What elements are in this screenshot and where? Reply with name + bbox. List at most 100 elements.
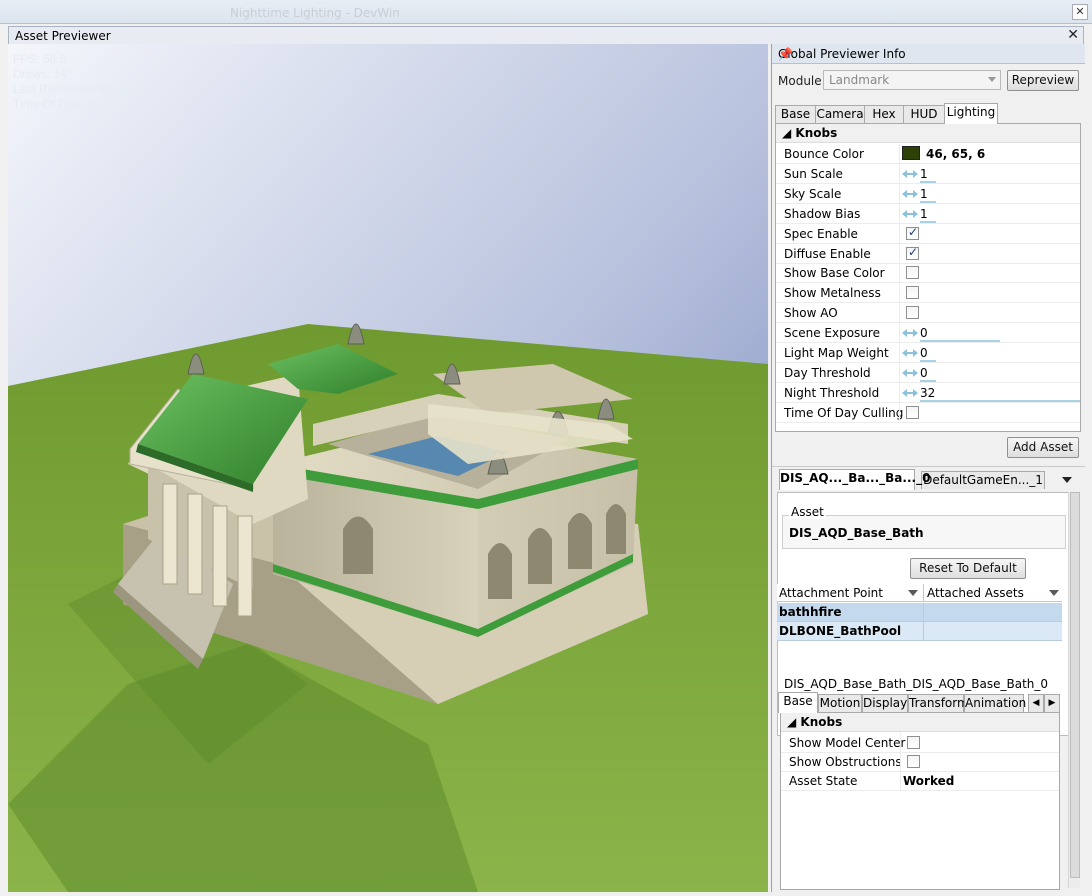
- property-value: 0: [920, 346, 928, 360]
- property-name: Show Base Color: [784, 266, 885, 281]
- doc-tab-bath[interactable]: DIS_AQ..._Ba..._Ba..._0: [779, 469, 930, 490]
- checkbox[interactable]: [906, 266, 919, 280]
- col-attached-assets[interactable]: Attached Assets: [927, 586, 1024, 600]
- knobs-category[interactable]: ◢ Knobs: [776, 124, 1080, 143]
- property-name: Sun Scale: [784, 166, 843, 181]
- slider-arrows-icon[interactable]: [902, 368, 918, 377]
- divider: [899, 243, 900, 264]
- property-name: Sky Scale: [784, 186, 842, 201]
- slider-fill[interactable]: [920, 379, 936, 382]
- slider-arrows-icon[interactable]: [902, 349, 918, 357]
- property-row[interactable]: Day Threshold 0: [776, 362, 1080, 383]
- chevron-down-icon: [988, 77, 996, 82]
- pin-icon[interactable]: 📌: [778, 47, 1079, 61]
- col-attachment-point[interactable]: Attachment Point: [779, 586, 883, 600]
- slider-fill[interactable]: [920, 200, 936, 203]
- property-row[interactable]: Show AO: [776, 303, 1080, 324]
- chevron-down-icon[interactable]: [1049, 590, 1059, 596]
- repreview-button[interactable]: Repreview: [1007, 70, 1079, 91]
- reset-to-default-button[interactable]: Reset To Default: [910, 558, 1026, 579]
- property-row[interactable]: Asset State Worked: [781, 771, 1059, 791]
- slider-fill[interactable]: [920, 220, 936, 223]
- scrollbar[interactable]: [1068, 492, 1080, 888]
- checkbox[interactable]: [906, 245, 919, 260]
- property-row[interactable]: Show Metalness: [776, 283, 1080, 304]
- knobs-label: Knobs: [795, 126, 838, 140]
- checkbox[interactable]: [907, 755, 920, 768]
- slider-fill[interactable]: [920, 340, 1000, 343]
- tab-base[interactable]: Base: [775, 105, 816, 123]
- knobs-category[interactable]: ◢ Knobs: [781, 713, 1059, 732]
- checkbox[interactable]: [907, 736, 920, 749]
- slider-fill[interactable]: [920, 180, 936, 183]
- divider: [899, 362, 900, 383]
- checkbox[interactable]: [906, 405, 919, 419]
- scrollbar-thumb[interactable]: [1070, 492, 1080, 878]
- property-row[interactable]: Diffuse Enable: [776, 243, 1080, 264]
- asset-group-label: Asset: [789, 505, 826, 519]
- property-row[interactable]: Show Base Color: [776, 263, 1080, 284]
- background-title: Nighttime Lighting - DevWin: [230, 6, 400, 20]
- property-row[interactable]: Shadow Bias 1: [776, 203, 1080, 224]
- module-label: Module:: [778, 74, 826, 88]
- slider-fill[interactable]: [920, 399, 1080, 402]
- tab-hex[interactable]: Hex: [864, 105, 904, 123]
- property-name: Show AO: [784, 306, 838, 321]
- table-row[interactable]: bathhfire: [777, 603, 1062, 622]
- asset-doc-tabs: DIS_AQ..._Ba..._Ba..._0 DefaultGameEn...…: [775, 469, 1080, 491]
- checkbox[interactable]: [906, 286, 919, 300]
- checkbox[interactable]: [906, 225, 919, 240]
- hud-time-of-day: Time Of Day: Day: [13, 97, 108, 111]
- tab-transform[interactable]: Transform: [908, 694, 969, 712]
- scene-render: [8, 44, 768, 892]
- add-asset-button[interactable]: Add Asset: [1007, 437, 1079, 458]
- tab-base[interactable]: Base: [778, 692, 818, 713]
- slider-arrows-icon[interactable]: [902, 209, 918, 218]
- knobs-label: Knobs: [800, 715, 843, 729]
- global-previewer-titlebar: Global Previewer Info 📌: [772, 44, 1085, 64]
- instance-name: DIS_AQD_Base_Bath_DIS_AQD_Base_Bath_0: [784, 677, 1049, 691]
- slider-arrows-icon[interactable]: [902, 329, 918, 338]
- property-name: Show Obstructions: [789, 755, 902, 769]
- asset-name: DIS_AQD_Base_Bath: [789, 526, 924, 540]
- tab-motion[interactable]: Motion: [818, 694, 862, 712]
- property-value: 1: [920, 166, 928, 181]
- slider-arrows-icon[interactable]: [902, 189, 918, 198]
- property-row[interactable]: Sun Scale 1: [776, 163, 1080, 184]
- tab-scroll-left-icon[interactable]: ◀: [1028, 694, 1044, 712]
- tab-scroll-right-icon[interactable]: ▶: [1044, 694, 1060, 712]
- tab-camera[interactable]: Camera: [815, 105, 865, 123]
- window-close-icon[interactable]: ✕: [1067, 27, 1079, 43]
- property-row[interactable]: Scene Exposure 0: [776, 323, 1080, 344]
- property-row[interactable]: Bounce Color 46, 65, 6: [776, 144, 1080, 164]
- doc-tab-default-game[interactable]: DefaultGameEn..._1: [921, 471, 1045, 489]
- property-row[interactable]: Time Of Day Culling: [776, 402, 1080, 423]
- chevron-down-icon[interactable]: [1062, 477, 1072, 483]
- slider-fill[interactable]: [920, 360, 936, 362]
- property-row[interactable]: Sky Scale 1: [776, 183, 1080, 204]
- divider: [899, 223, 900, 244]
- right-panel: Global Previewer Info 📌 Module: Landmark…: [771, 44, 1085, 892]
- tab-hud[interactable]: HUD: [903, 105, 945, 123]
- checkbox[interactable]: [906, 306, 919, 320]
- property-row[interactable]: Spec Enable: [776, 223, 1080, 244]
- table-row[interactable]: DLBONE_BathPool: [777, 622, 1062, 641]
- tab-lighting[interactable]: Lighting: [944, 103, 998, 124]
- attachment-point-cell: DLBONE_BathPool: [779, 624, 902, 638]
- property-name: Bounce Color: [784, 147, 864, 161]
- tab-animation[interactable]: Animation: [964, 694, 1026, 712]
- module-select[interactable]: Landmark: [823, 70, 1001, 90]
- property-name: Time Of Day Culling: [784, 405, 904, 420]
- property-row[interactable]: Show Model Center: [781, 733, 1059, 753]
- color-swatch[interactable]: [902, 146, 920, 160]
- property-row[interactable]: Night Threshold 32: [776, 382, 1080, 403]
- slider-arrows-icon[interactable]: [902, 169, 918, 178]
- property-row[interactable]: Light Map Weight 0: [776, 343, 1080, 363]
- slider-arrows-icon[interactable]: [902, 388, 918, 397]
- property-row[interactable]: Show Obstructions: [781, 752, 1059, 772]
- chevron-down-icon[interactable]: [908, 590, 918, 596]
- 3d-viewport[interactable]: FPS: 58.8 Draws: 14 Last Refreshed At: 5…: [8, 44, 768, 892]
- tab-display[interactable]: Display: [862, 694, 908, 712]
- hud-fps: FPS: 58.8: [13, 52, 67, 66]
- outer-close-icon[interactable]: ✕: [1072, 4, 1088, 20]
